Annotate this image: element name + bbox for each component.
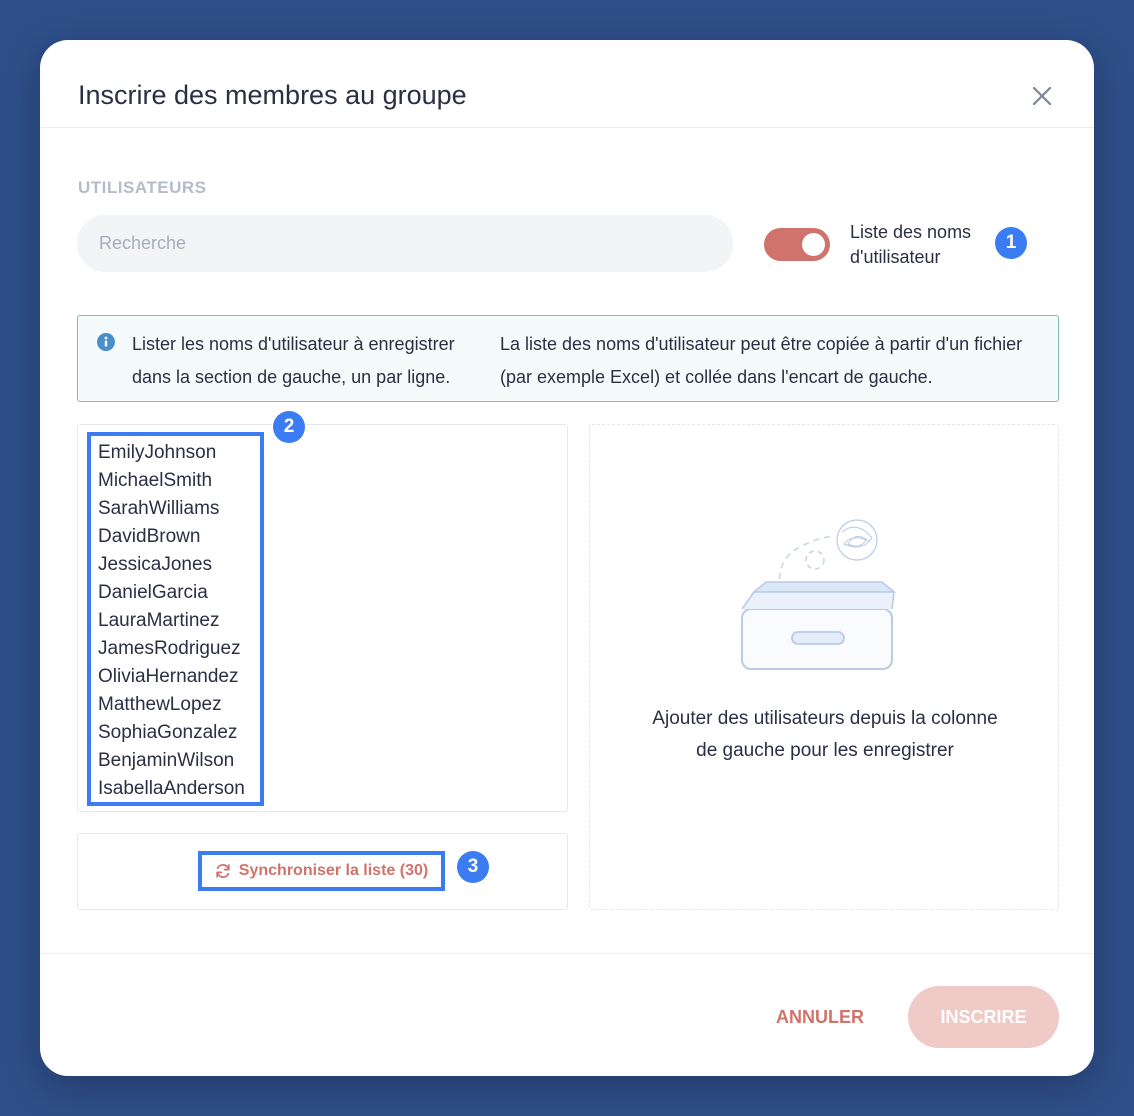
annotation-badge-2: 2 <box>273 411 305 443</box>
username-list-toggle[interactable] <box>764 228 830 261</box>
list-item: EmilyJohnson <box>98 442 217 463</box>
list-item: IsabellaAnderson <box>98 778 245 799</box>
users-section-label: UTILISATEURS <box>78 178 207 197</box>
info-icon <box>97 333 115 351</box>
enroll-members-modal: Inscrire des membres au groupe UTILISATE… <box>40 40 1094 1076</box>
list-item: MatthewLopez <box>98 694 222 715</box>
list-item: MichaelSmith <box>98 470 213 491</box>
list-item: SophiaGonzalez <box>98 722 238 743</box>
username-list: EmilyJohnson MichaelSmith SarahWilliams … <box>98 439 245 803</box>
enrolled-users-panel: Ajouter des utilisateurs depuis la colon… <box>589 424 1059 910</box>
toggle-knob <box>802 233 825 256</box>
search-input[interactable] <box>77 215 733 272</box>
info-box: Lister les noms d'utilisateur à enregist… <box>77 315 1059 402</box>
sync-list-button[interactable]: Synchroniser la liste (30) <box>198 851 445 891</box>
info-text-right: La liste des noms d'utilisateur peut êtr… <box>500 334 1023 387</box>
modal-header: Inscrire des membres au groupe <box>40 40 1094 128</box>
list-item: JessicaJones <box>98 554 213 575</box>
toggle-label: Liste des noms d'utilisateur <box>850 222 972 267</box>
list-item: DavidBrown <box>98 526 201 547</box>
sync-list-label: Synchroniser la liste (30) <box>238 862 429 879</box>
list-item: DanielGarcia <box>98 582 208 603</box>
list-item: SarahWilliams <box>98 498 220 519</box>
empty-state-text: Ajouter des utilisateurs depuis la colon… <box>652 708 998 761</box>
annotation-badge-1: 1 <box>995 227 1027 259</box>
sync-panel: Synchroniser la liste (30) <box>77 833 568 910</box>
list-item: LauraMartinez <box>98 610 220 631</box>
empty-drawer-icon <box>741 519 897 670</box>
cancel-button[interactable]: ANNULER <box>756 986 884 1048</box>
list-item: OliviaHernandez <box>98 666 239 687</box>
close-icon[interactable] <box>1030 84 1054 108</box>
info-text-left: Lister les noms d'utilisateur à enregist… <box>132 334 455 387</box>
modal-title: Inscrire des membres au groupe <box>78 80 467 110</box>
footer-divider <box>40 953 1094 954</box>
list-item: BenjaminWilson <box>98 750 235 771</box>
enroll-button[interactable]: INSCRIRE <box>908 986 1059 1048</box>
refresh-icon <box>216 864 230 878</box>
list-item: JamesRodriguez <box>98 638 241 659</box>
annotation-badge-3: 3 <box>457 851 489 883</box>
username-textarea[interactable]: EmilyJohnson MichaelSmith SarahWilliams … <box>77 424 568 812</box>
